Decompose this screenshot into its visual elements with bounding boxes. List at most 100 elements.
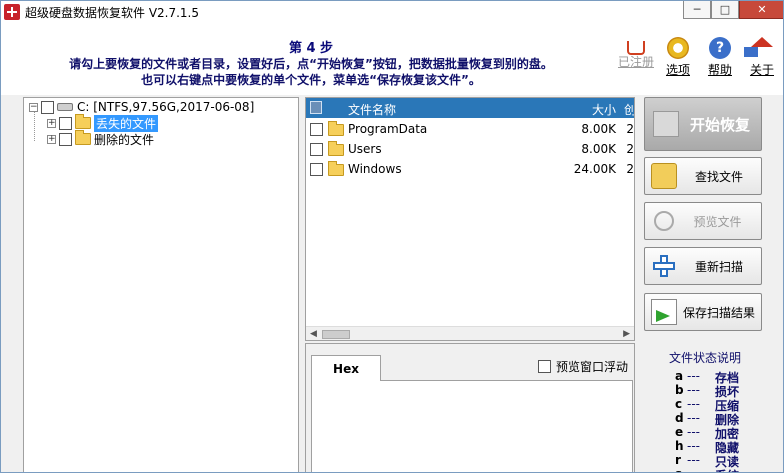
file-size: 8.00K (581, 122, 616, 136)
file-created: 2 (626, 162, 634, 176)
maximize-icon: □ (719, 3, 731, 16)
registered-link[interactable]: 已注册 (615, 37, 657, 78)
hex-view[interactable] (311, 380, 633, 472)
window-controls: ─ □ ✕ (683, 1, 783, 21)
legend-label: 删除 (715, 413, 740, 427)
column-created[interactable]: 创 (624, 101, 634, 118)
plus-horizontal (653, 262, 675, 270)
legend-key: d (675, 411, 684, 425)
horizontal-scrollbar[interactable]: ◀ ▶ (306, 326, 634, 340)
column-name[interactable]: 文件名称 (348, 101, 396, 118)
registered-label: 已注册 (617, 55, 654, 69)
drive-checkbox[interactable] (41, 100, 54, 114)
file-list[interactable]: 文件名称 大小 创 ProgramData 8.00K 2 Users 8.00… (305, 97, 635, 341)
collapse-toggle[interactable]: − (29, 102, 38, 112)
folder-icon (328, 121, 344, 136)
top-links: 已注册 选项 ? 帮助 关于 (615, 37, 783, 78)
magnifier-icon (654, 211, 674, 231)
plus-icon (651, 253, 677, 279)
minimize-button[interactable]: ─ (683, 1, 711, 19)
about-label: 关于 (749, 63, 774, 77)
preview-float-checkbox[interactable] (538, 360, 551, 373)
folder-tree[interactable]: − C: [NTFS,97.56G,2017-06-08] + 丢失的文件 + … (23, 97, 299, 472)
instruction-line-1: 请勾上要恢复的文件或者目录，设置好后，点“开始恢复”按钮，把数据批量恢复到别的盘… (69, 57, 553, 71)
legend-dash: --- (687, 369, 700, 383)
expand-toggle[interactable]: + (47, 134, 56, 144)
file-name: Windows (348, 162, 402, 176)
legend-key: s (675, 467, 687, 472)
legend-label: 系统 (715, 467, 739, 472)
find-folder-icon (651, 163, 677, 189)
legend-label: 只读 (715, 455, 740, 469)
save-scan-button[interactable]: 保存扫描结果 (644, 293, 762, 331)
row-checkbox[interactable] (310, 123, 323, 136)
rescan-button[interactable]: 重新扫描 (644, 247, 762, 285)
minimize-icon: ─ (693, 3, 701, 16)
scroll-thumb[interactable] (322, 330, 350, 339)
help-icon: ? (709, 37, 731, 59)
find-file-button[interactable]: 查找文件 (644, 157, 762, 195)
find-file-label: 查找文件 (694, 169, 743, 184)
title-bar[interactable]: 超级硬盘数据恢复软件 V2.7.1.5 ─ □ ✕ (1, 1, 783, 23)
scroll-left-icon[interactable]: ◀ (310, 329, 317, 339)
legend-key: c (675, 397, 683, 411)
folder-icon (328, 161, 344, 176)
legend-key: a (675, 369, 684, 383)
legend-item: h --- 隐藏 (645, 439, 765, 455)
table-row[interactable]: Users 8.00K 2 (306, 139, 634, 159)
rescan-label: 重新扫描 (694, 259, 743, 274)
options-link[interactable]: 选项 (657, 37, 699, 78)
save-doc-icon (651, 299, 677, 325)
file-name: ProgramData (348, 122, 428, 136)
table-row[interactable]: ProgramData 8.00K 2 (306, 119, 634, 139)
legend-dash: --- (687, 425, 700, 439)
help-label: 帮助 (707, 63, 732, 77)
expand-toggle[interactable]: + (47, 118, 56, 128)
home-icon (751, 37, 773, 47)
row-checkbox[interactable] (310, 163, 323, 176)
tree-item-lost-files[interactable]: + 丢失的文件 (47, 114, 159, 132)
legend-dash: --- (687, 439, 700, 453)
drive-label: C: (77, 100, 90, 114)
file-created: 2 (626, 122, 634, 136)
legend-key: e (675, 425, 684, 439)
table-row[interactable]: Windows 24.00K 2 (306, 159, 634, 179)
column-size[interactable]: 大小 (592, 101, 616, 118)
deleted-files-checkbox[interactable] (59, 132, 72, 146)
legend-label: 存档 (715, 371, 740, 385)
lost-files-checkbox[interactable] (59, 116, 72, 130)
legend-key: b (675, 383, 684, 397)
legend-item: r --- 只读 (645, 453, 765, 469)
file-list-header: 文件名称 大小 创 (306, 98, 634, 118)
gear-icon (667, 37, 689, 59)
options-label: 选项 (665, 63, 690, 77)
legend-key: r (675, 453, 681, 467)
app-window: 超级硬盘数据恢复软件 V2.7.1.5 ─ □ ✕ 第 4 步 请勾上要恢复的文… (0, 0, 784, 473)
tab-hex[interactable]: Hex (311, 355, 381, 381)
legend-item: e --- 加密 (645, 425, 765, 441)
maximize-button[interactable]: □ (711, 1, 739, 19)
legend-dash: --- (687, 397, 700, 411)
legend-item: b --- 损坏 (645, 383, 765, 399)
select-all-icon[interactable] (310, 101, 322, 114)
legend-item: c --- 压缩 (645, 397, 765, 413)
drive-info: [NTFS,97.56G,2017-06-08] (93, 100, 255, 114)
preview-float-toggle[interactable]: 预览窗口浮动 (538, 358, 628, 375)
close-button[interactable]: ✕ (739, 1, 783, 19)
preview-file-button[interactable]: 预览文件 (644, 202, 762, 240)
row-checkbox[interactable] (310, 143, 323, 156)
scroll-right-icon[interactable]: ▶ (623, 329, 630, 339)
folder-icon (75, 130, 91, 145)
preview-float-label: 预览窗口浮动 (556, 360, 629, 374)
folder-icon (75, 114, 91, 129)
tree-item-deleted-files[interactable]: + 删除的文件 (47, 130, 154, 147)
tree-drive-row[interactable]: − C: [NTFS,97.56G,2017-06-08] (29, 99, 254, 115)
start-recovery-button[interactable]: 开始恢复 (644, 97, 762, 151)
legend-dash: --- (687, 467, 715, 472)
help-link[interactable]: ? 帮助 (699, 37, 741, 78)
cart-icon (627, 41, 645, 55)
recover-icon (653, 111, 679, 137)
header: 第 4 步 请勾上要恢复的文件或者目录，设置好后，点“开始恢复”按钮，把数据批量… (1, 23, 783, 95)
legend-key: h (675, 439, 684, 453)
about-link[interactable]: 关于 (741, 37, 783, 78)
